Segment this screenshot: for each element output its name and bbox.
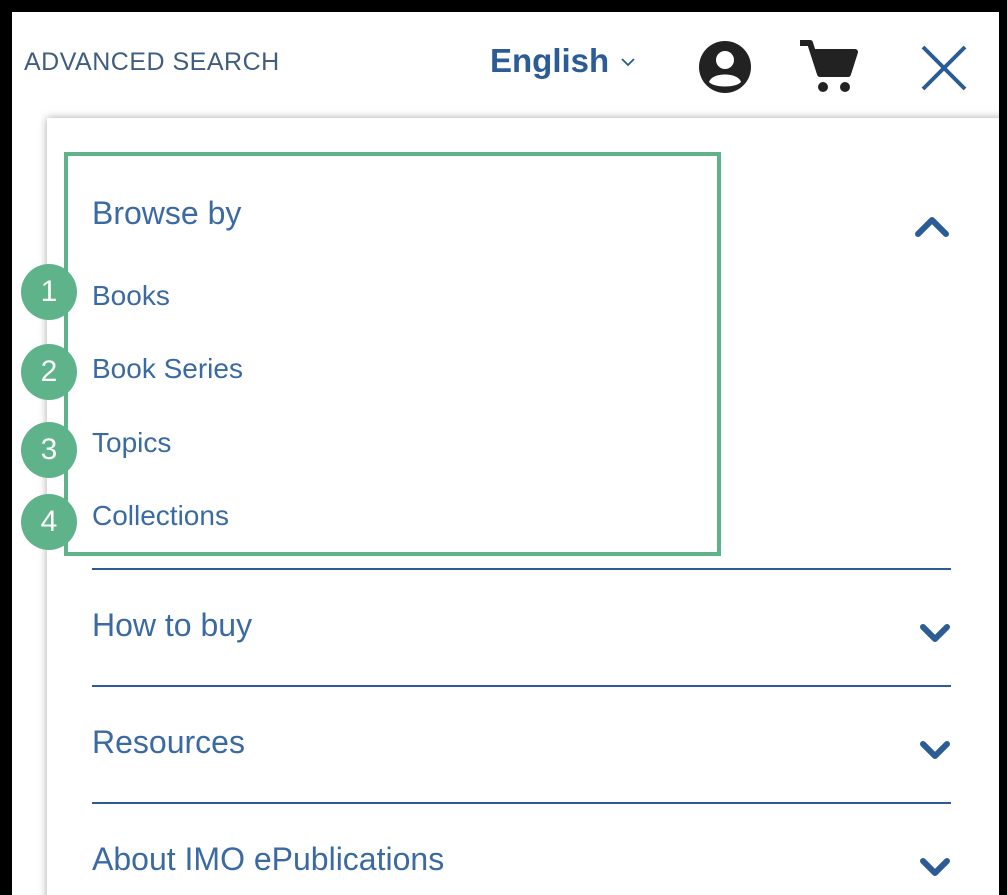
menu-section-about[interactable]: About IMO ePublications — [92, 841, 952, 895]
browse-item-books[interactable]: Books — [92, 280, 170, 312]
browse-by-heading[interactable]: Browse by — [92, 195, 241, 232]
close-icon[interactable] — [918, 42, 970, 94]
step-badge: 2 — [21, 344, 77, 400]
section-label: Resources — [92, 724, 245, 760]
advanced-search-link[interactable]: ADVANCED SEARCH — [24, 48, 280, 77]
top-bar: ADVANCED SEARCH English — [12, 12, 999, 122]
menu-section-resources[interactable]: Resources — [92, 724, 952, 784]
menu-section-how-to-buy[interactable]: How to buy — [92, 607, 952, 667]
browse-item-collections[interactable]: Collections — [92, 500, 229, 532]
browse-item-topics[interactable]: Topics — [92, 427, 171, 459]
step-badge: 3 — [21, 422, 77, 478]
account-circle-icon[interactable] — [698, 40, 752, 94]
shopping-cart-icon[interactable] — [798, 38, 858, 94]
section-divider — [92, 802, 951, 804]
section-divider — [92, 685, 951, 687]
chevron-up-icon[interactable] — [912, 212, 952, 240]
browse-item-book-series[interactable]: Book Series — [92, 353, 243, 385]
section-divider — [92, 568, 951, 570]
chevron-down-icon — [920, 741, 950, 759]
section-label: How to buy — [92, 607, 253, 643]
step-badge: 4 — [21, 494, 77, 550]
section-label: About IMO ePublications — [92, 841, 445, 877]
language-label: English — [490, 42, 610, 79]
chevron-down-icon — [920, 858, 950, 876]
app-window: ADVANCED SEARCH English Browse by 1 Book… — [0, 0, 1007, 895]
language-selector[interactable]: English — [490, 42, 637, 80]
chevron-down-icon — [621, 58, 635, 67]
step-badge: 1 — [21, 264, 77, 320]
chevron-down-icon — [920, 624, 950, 642]
